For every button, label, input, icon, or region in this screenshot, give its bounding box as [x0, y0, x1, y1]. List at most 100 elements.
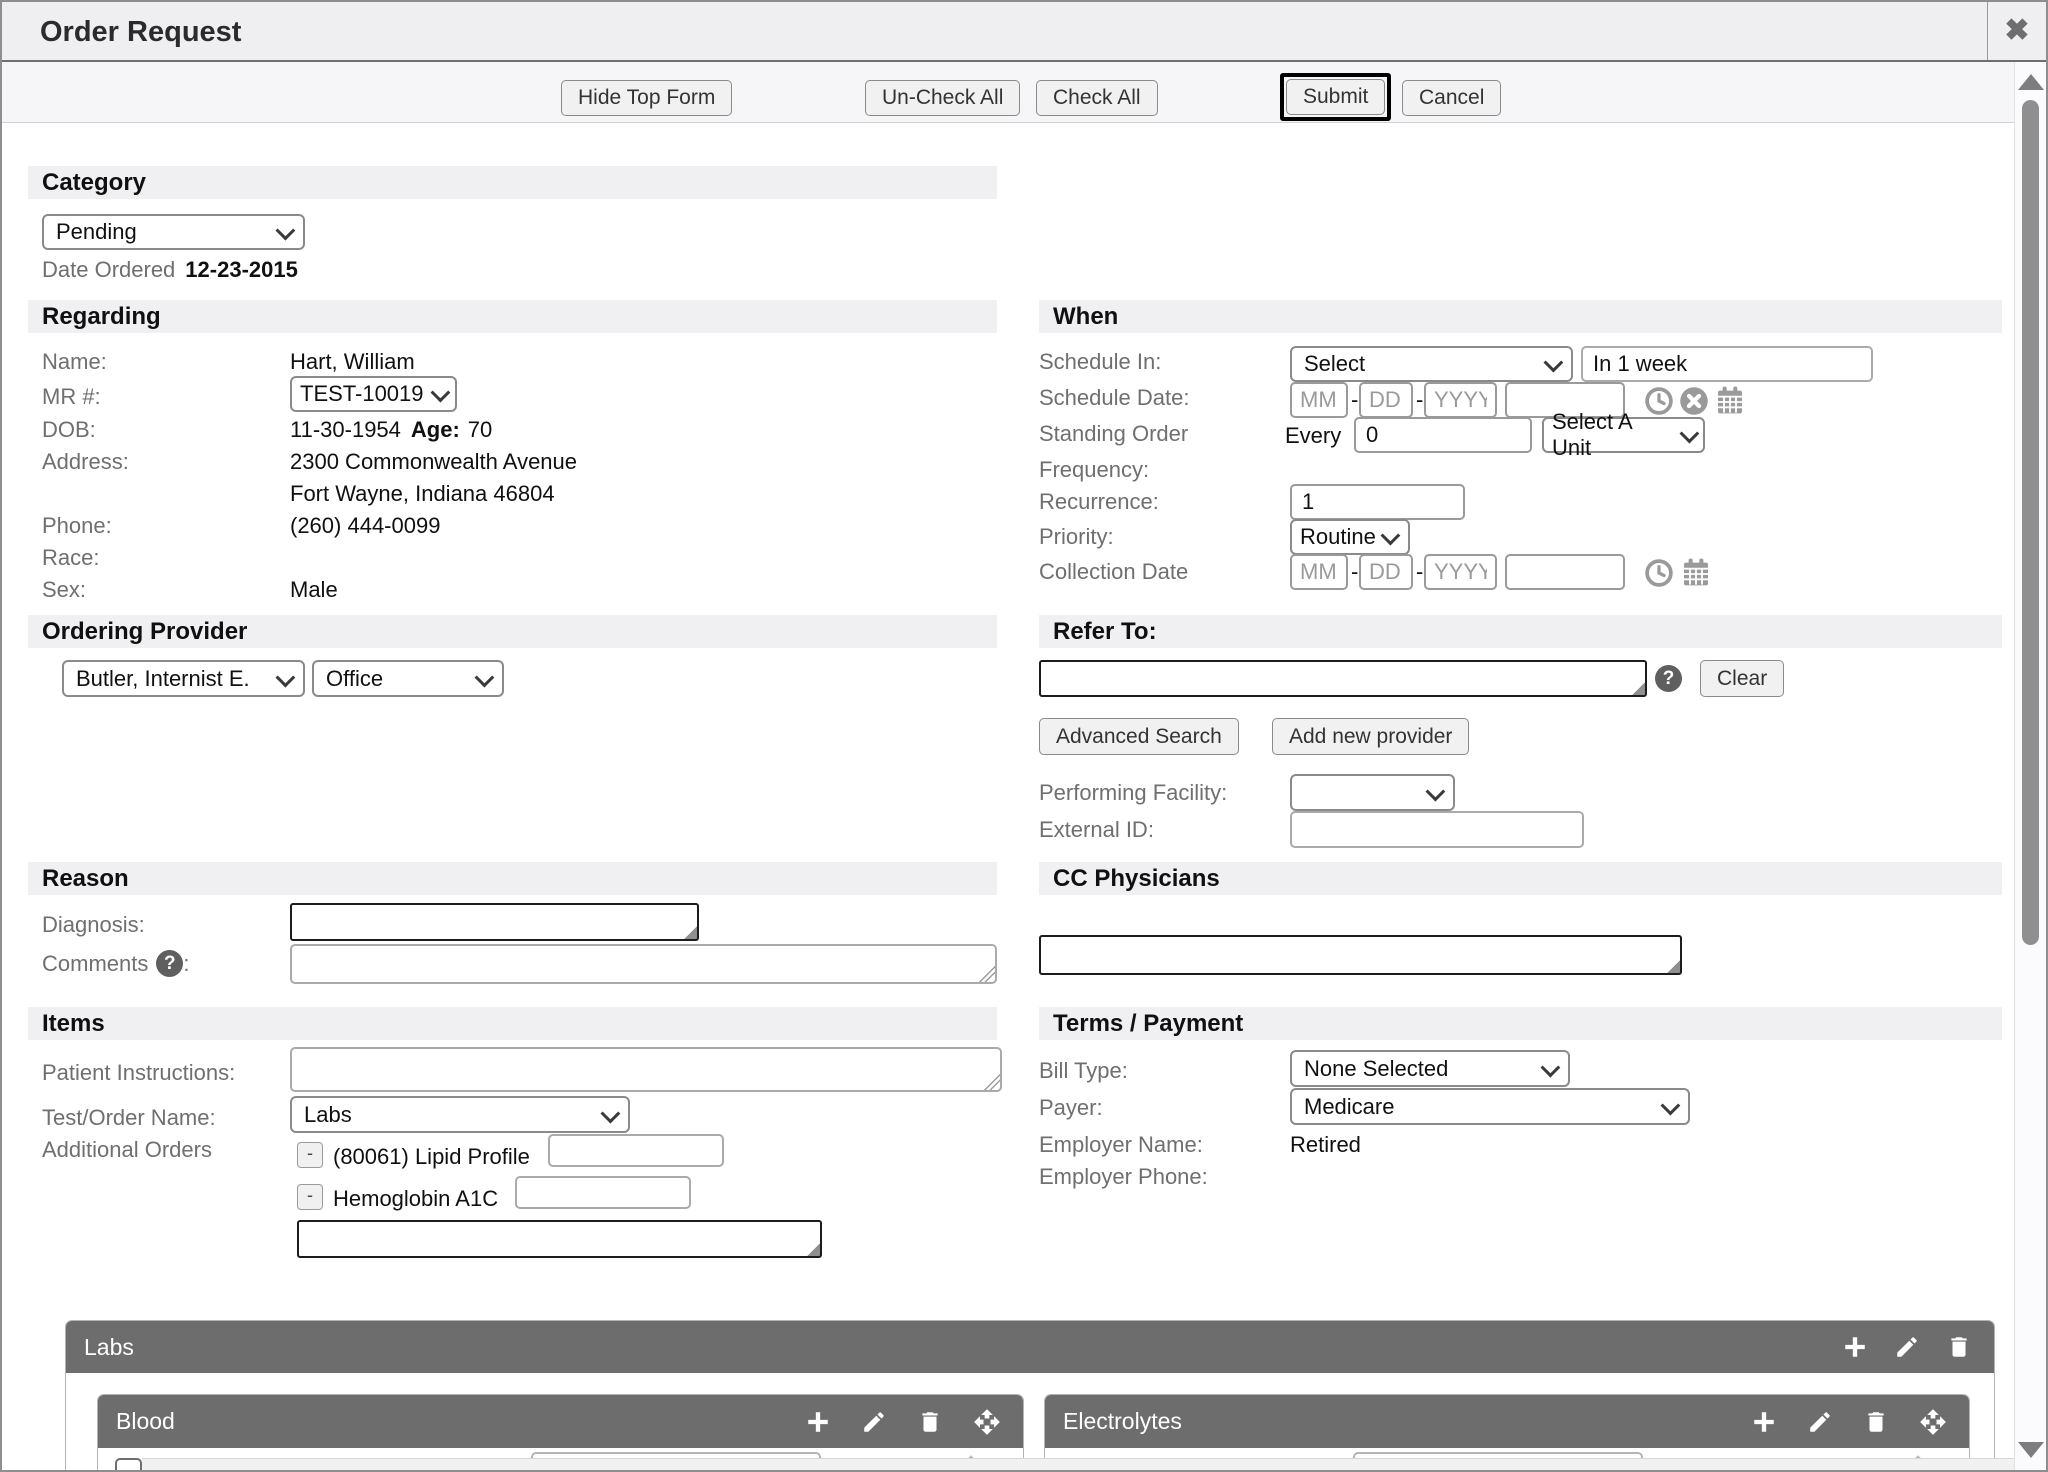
top-toolbar: Hide Top Form Un-Check All Check All Sub… — [2, 62, 2014, 123]
cc-physicians-section-header: CC Physicians — [1039, 862, 2002, 895]
close-button[interactable]: ✖ — [1987, 2, 2046, 60]
collection-date-dd-input[interactable] — [1359, 554, 1413, 590]
edit-icon[interactable] — [1807, 1409, 1833, 1435]
add-icon[interactable] — [805, 1409, 831, 1435]
submit-button[interactable]: Submit — [1286, 79, 1385, 115]
uncheck-all-button[interactable]: Un-Check All — [865, 80, 1020, 116]
collection-date-clock-icon[interactable] — [1644, 558, 1674, 588]
delete-icon[interactable] — [917, 1409, 943, 1435]
add-icon[interactable] — [1842, 1334, 1868, 1360]
scrollbar-thumb[interactable] — [2022, 100, 2039, 945]
schedule-in-select[interactable]: Select — [1290, 346, 1573, 382]
ordering-provider-select[interactable]: Butler, Internist E. — [62, 660, 305, 697]
collection-date-time-input[interactable] — [1505, 554, 1625, 590]
mr-number-select[interactable]: TEST-10019 — [290, 376, 457, 412]
diagnosis-label: Diagnosis: — [42, 912, 145, 938]
category-section-header: Category — [28, 166, 997, 199]
payer-label: Payer: — [1039, 1095, 1103, 1121]
diagnosis-input[interactable] — [290, 903, 699, 941]
category-select[interactable]: Pending — [42, 214, 305, 250]
employer-name-value: Retired — [1290, 1132, 1361, 1158]
standing-order-every-input[interactable] — [1354, 417, 1532, 453]
test-order-name-label: Test/Order Name: — [42, 1105, 216, 1131]
remove-order-button[interactable]: - — [297, 1184, 323, 1210]
standing-order-unit-select[interactable]: Select A Unit — [1542, 417, 1705, 453]
phone-label: Phone: — [42, 513, 112, 539]
add-icon[interactable] — [1751, 1409, 1777, 1435]
refer-to-help-icon[interactable]: ? — [1655, 665, 1682, 692]
order-item-qty-input[interactable] — [548, 1134, 724, 1167]
blood-group-header: Blood — [98, 1395, 1023, 1448]
blood-group-title: Blood — [98, 1408, 175, 1435]
date-separator: - — [1416, 559, 1423, 585]
edit-icon[interactable] — [861, 1409, 887, 1435]
refer-to-section-header: Refer To: — [1039, 615, 2002, 648]
priority-select-value: Routine — [1300, 524, 1376, 550]
schedule-date-calendar-icon[interactable] — [1714, 384, 1746, 416]
test-order-name-value: Labs — [304, 1102, 352, 1128]
move-icon[interactable] — [1919, 1408, 1947, 1436]
delete-icon[interactable] — [1863, 1409, 1889, 1435]
patient-instructions-textarea[interactable] — [290, 1047, 1002, 1092]
order-item-qty-input[interactable] — [515, 1176, 691, 1209]
cc-physicians-input[interactable] — [1039, 935, 1682, 975]
scroll-up-arrow[interactable] — [2018, 74, 2044, 90]
chevron-down-icon — [1661, 1095, 1681, 1115]
ana-checkbox[interactable] — [115, 1458, 142, 1472]
external-id-input[interactable] — [1290, 811, 1584, 848]
add-new-provider-button[interactable]: Add new provider — [1272, 718, 1469, 755]
advanced-search-button[interactable]: Advanced Search — [1039, 718, 1239, 755]
age-value: 70 — [468, 417, 492, 443]
schedule-in-label: Schedule In: — [1039, 349, 1161, 375]
bill-type-label: Bill Type: — [1039, 1058, 1128, 1084]
bill-type-select[interactable]: None Selected — [1290, 1050, 1570, 1087]
regarding-section-header: Regarding — [28, 300, 997, 333]
refer-to-input[interactable] — [1039, 660, 1647, 697]
schedule-in-text-input[interactable] — [1581, 346, 1873, 382]
horizontal-scrollbar[interactable] — [142, 1458, 2018, 1470]
provider-location-value: Office — [326, 666, 383, 692]
priority-select[interactable]: Routine — [1290, 519, 1410, 555]
patient-name: Hart, William — [290, 349, 415, 375]
race-label: Race: — [42, 545, 99, 571]
edit-icon[interactable] — [1894, 1334, 1920, 1360]
remove-order-button[interactable]: - — [297, 1142, 323, 1168]
electrolytes-group-title: Electrolytes — [1045, 1408, 1182, 1435]
move-icon[interactable] — [973, 1408, 1001, 1436]
schedule-date-yyyy-input[interactable] — [1424, 382, 1497, 418]
order-item-name: Hemoglobin A1C — [333, 1186, 498, 1212]
collection-date-yyyy-input[interactable] — [1424, 554, 1497, 590]
scroll-down-arrow[interactable] — [2018, 1442, 2044, 1458]
submit-button-focus-ring: Submit — [1280, 73, 1391, 121]
schedule-date-mm-input[interactable] — [1290, 382, 1348, 418]
reason-section-header: Reason — [28, 862, 997, 895]
external-id-label: External ID: — [1039, 817, 1154, 843]
clear-button[interactable]: Clear — [1700, 660, 1784, 697]
additional-orders-label: Additional Orders — [42, 1137, 212, 1163]
schedule-date-dd-input[interactable] — [1359, 382, 1413, 418]
priority-label: Priority: — [1039, 524, 1114, 550]
schedule-date-clear-icon[interactable] — [1679, 386, 1709, 416]
recurrence-input[interactable] — [1290, 484, 1465, 520]
check-all-button[interactable]: Check All — [1036, 80, 1158, 116]
provider-location-select[interactable]: Office — [312, 660, 504, 697]
additional-order-search-input[interactable] — [297, 1220, 822, 1258]
comments-help-icon[interactable]: ? — [156, 950, 183, 977]
title-bar: Order Request ✖ — [2, 2, 2046, 62]
test-order-name-select[interactable]: Labs — [290, 1096, 630, 1133]
chevron-down-icon — [1541, 1057, 1561, 1077]
delete-icon[interactable] — [1946, 1334, 1972, 1360]
date-separator: - — [1351, 559, 1358, 585]
frequency-label: Frequency: — [1039, 457, 1149, 483]
cancel-button[interactable]: Cancel — [1402, 80, 1501, 116]
performing-facility-select[interactable] — [1290, 774, 1455, 811]
unit-select-value: Select A Unit — [1552, 409, 1675, 461]
collection-date-mm-input[interactable] — [1290, 554, 1348, 590]
vertical-scrollbar[interactable] — [2014, 62, 2046, 1470]
category-select-value: Pending — [56, 219, 137, 245]
hide-top-form-button[interactable]: Hide Top Form — [561, 80, 732, 116]
standing-order-label: Standing Order — [1039, 421, 1188, 447]
comments-textarea[interactable] — [290, 944, 997, 984]
payer-select[interactable]: Medicare — [1290, 1088, 1690, 1125]
collection-date-calendar-icon[interactable] — [1680, 556, 1712, 588]
